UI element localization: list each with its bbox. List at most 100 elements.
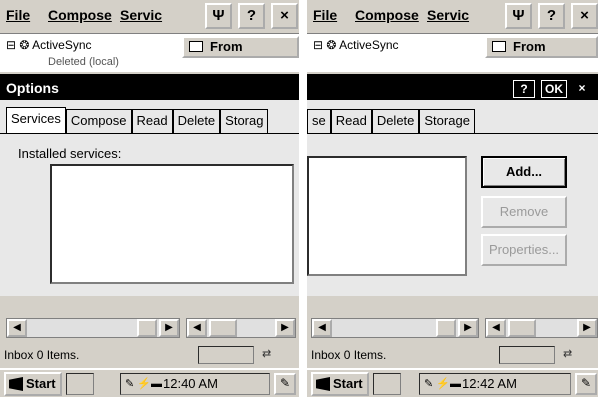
windows-flag-icon (9, 377, 23, 391)
scroll-thumb[interactable] (209, 319, 237, 337)
dialog-help-button[interactable]: ? (513, 80, 535, 98)
properties-button[interactable]: Properties... (481, 234, 567, 266)
system-tray: ✎ ⚡▬ 12:42 AM (419, 373, 571, 395)
scroll-right-icon[interactable]: ▶ (159, 319, 179, 337)
start-label: Start (26, 376, 56, 391)
system-tray: ✎ ⚡▬ 12:40 AM (120, 373, 270, 395)
input-panel-icon[interactable] (373, 373, 401, 395)
help-button[interactable]: ? (538, 3, 565, 29)
tab-delete[interactable]: Delete (371, 109, 420, 133)
activesync-icon: ❂ (19, 38, 30, 52)
clock[interactable]: 12:42 AM (462, 376, 517, 391)
tree-root[interactable]: ⊟ ❂ ActiveSync (6, 38, 92, 52)
status-text: Inbox 0 Items. (311, 348, 387, 362)
options-dialog: Options Services Compose Read Delete Sto… (0, 74, 299, 296)
folder-tree: ⊟ ❂ ActiveSync Deleted (local) From (0, 34, 299, 72)
tab-strip: se Read Delete Storage (307, 109, 475, 133)
menu-services[interactable]: Servic (120, 7, 162, 23)
input-panel-icon[interactable] (66, 373, 94, 395)
horizontal-scrollbar-2[interactable]: ◀ ▶ (485, 318, 598, 338)
column-from[interactable]: From (485, 36, 598, 58)
scroll-left-icon[interactable]: ◀ (312, 319, 332, 337)
scroll-left-icon[interactable]: ◀ (187, 319, 207, 337)
sip-button[interactable]: ✎ (274, 373, 296, 395)
status-box (198, 346, 254, 364)
dialog-title-bar: ? OK × (307, 76, 598, 100)
column-from-label: From (513, 39, 546, 54)
tab-compose[interactable]: Compose (65, 109, 132, 133)
menu-file[interactable]: File (6, 7, 30, 23)
connection-icon: ⇄ (563, 348, 573, 360)
collapse-icon[interactable]: ⊟ (6, 38, 16, 52)
scroll-left-icon[interactable]: ◀ (486, 319, 506, 337)
scroll-right-icon[interactable]: ▶ (577, 319, 597, 337)
tree-root-label: ActiveSync (339, 38, 399, 52)
tab-services[interactable]: Services (6, 107, 66, 133)
tree-root-label: ActiveSync (32, 38, 92, 52)
tab-services[interactable]: se (307, 109, 331, 133)
tab-divider (307, 133, 598, 134)
scroll-thumb[interactable] (508, 319, 536, 337)
start-label: Start (333, 376, 363, 391)
status-text: Inbox 0 Items. (4, 348, 80, 362)
menu-compose[interactable]: Compose (355, 7, 419, 23)
horizontal-scrollbar[interactable]: ◀ ▶ (311, 318, 479, 338)
menu-file[interactable]: File (313, 7, 337, 23)
horizontal-scrollbar-2[interactable]: ◀ ▶ (186, 318, 296, 338)
clock[interactable]: 12:40 AM (163, 376, 218, 391)
scroll-right-icon[interactable]: ▶ (275, 319, 295, 337)
tab-storage[interactable]: Storag (220, 109, 269, 133)
envelope-icon (492, 41, 506, 52)
scroll-right-icon[interactable]: ▶ (458, 319, 478, 337)
options-dialog: ? OK × se Read Delete Storage Add... Rem… (307, 74, 598, 296)
services-list[interactable] (50, 164, 294, 284)
column-from[interactable]: From (182, 36, 299, 58)
scroll-thumb[interactable] (137, 319, 157, 337)
horizontal-scrollbar[interactable]: ◀ ▶ (6, 318, 180, 338)
add-button[interactable]: Add... (481, 156, 567, 188)
status-bar: Inbox 0 Items. ⇄ (307, 345, 598, 365)
right-screen: File Compose Servic Ψ ? × ⊟ ❂ ActiveSync… (307, 0, 598, 397)
folder-tree: ⊟ ❂ ActiveSync From (307, 34, 598, 72)
tree-subfolder[interactable]: Deleted (local) (48, 56, 119, 68)
menu-compose[interactable]: Compose (48, 7, 112, 23)
tab-divider (0, 133, 299, 134)
start-button[interactable]: Start (311, 372, 369, 396)
tab-storage[interactable]: Storage (419, 109, 475, 133)
tree-root[interactable]: ⊟ ❂ ActiveSync (313, 38, 399, 52)
tab-strip: Services Compose Read Delete Storag (6, 107, 269, 133)
tab-read[interactable]: Read (330, 109, 372, 133)
scroll-thumb[interactable] (436, 319, 456, 337)
taskbar: Start ✎ ⚡▬ 12:42 AM ✎ (307, 368, 598, 397)
inbox-tool-icon[interactable]: Ψ (505, 3, 532, 29)
collapse-icon[interactable]: ⊟ (313, 38, 323, 52)
sip-button[interactable]: ✎ (575, 373, 597, 395)
start-button[interactable]: Start (4, 372, 62, 396)
close-button[interactable]: × (271, 3, 298, 29)
status-bar: Inbox 0 Items. ⇄ (0, 345, 299, 365)
taskbar: Start ✎ ⚡▬ 12:40 AM ✎ (0, 368, 299, 397)
menu-services[interactable]: Servic (427, 7, 469, 23)
status-box (499, 346, 555, 364)
menu-bar: File Compose Servic Ψ ? × (307, 0, 598, 34)
remove-button[interactable]: Remove (481, 196, 567, 228)
menu-bar: File Compose Servic Ψ ? × (0, 0, 299, 34)
left-screen: File Compose Servic Ψ ? × ⊟ ❂ ActiveSync… (0, 0, 299, 397)
connection-icon: ⇄ (262, 348, 272, 360)
ok-button[interactable]: OK (541, 80, 567, 98)
column-from-label: From (210, 39, 243, 54)
envelope-icon (189, 41, 203, 52)
dialog-title: Options (0, 76, 299, 100)
tab-delete[interactable]: Delete (172, 109, 221, 133)
inbox-tool-icon[interactable]: Ψ (205, 3, 232, 29)
installed-services-label: Installed services: (18, 146, 122, 161)
help-button[interactable]: ? (238, 3, 265, 29)
tray-icons: ✎ ⚡▬ (125, 378, 162, 390)
close-button[interactable]: × (571, 3, 598, 29)
tray-icons: ✎ ⚡▬ (424, 378, 461, 390)
services-list[interactable] (307, 156, 467, 276)
windows-flag-icon (316, 377, 330, 391)
scroll-left-icon[interactable]: ◀ (7, 319, 27, 337)
dialog-close-button[interactable]: × (571, 80, 593, 98)
tab-read[interactable]: Read (131, 109, 173, 133)
